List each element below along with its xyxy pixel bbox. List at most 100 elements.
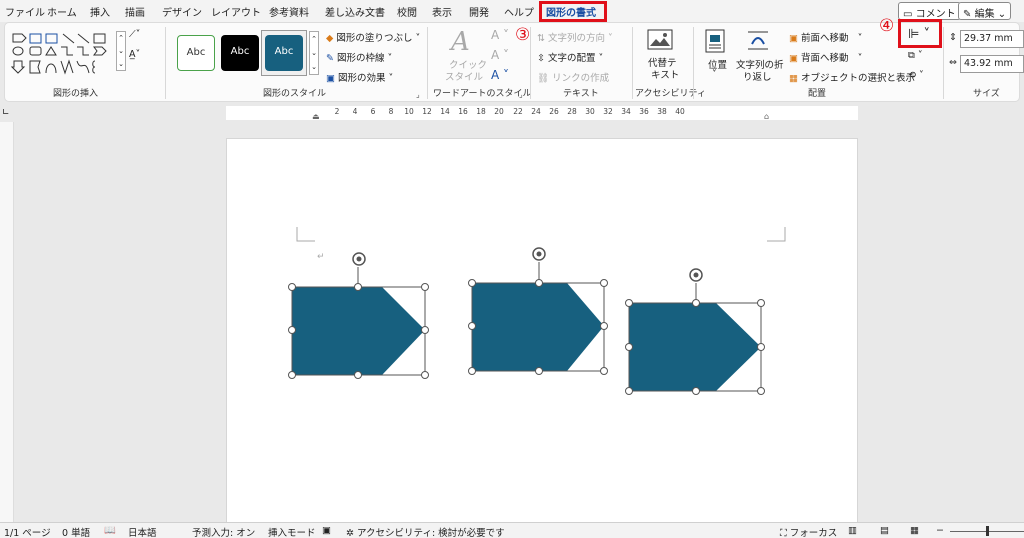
tab-help[interactable]: ヘルプ [504,4,534,19]
shape-style-blue[interactable]: Abc [265,35,303,71]
group-label-text: テキスト [563,89,599,99]
vertical-ruler[interactable] [0,122,14,522]
zoom-slider-thumb[interactable] [986,526,989,536]
ruler-tick-label: 40 [675,107,685,116]
tab-mailings[interactable]: 差し込み文書 [325,4,385,19]
width-icon: ⇔ [949,57,957,68]
divider [530,27,531,99]
tab-developer[interactable]: 開発 [469,4,489,19]
divider [632,27,633,99]
align-objects-button[interactable]: ⊫ ˅ [908,27,930,42]
ruler-tick-label: 38 [657,107,667,116]
page-canvas: ↵ [288,227,786,395]
wrap-text-icon[interactable] [746,29,770,53]
text-effects-icon[interactable]: A ˅ [491,68,509,82]
document-page[interactable]: ↵ [226,138,858,528]
send-backward-button[interactable]: ▣ 背面へ移動 ˅ [789,50,862,64]
style-gallery-scroll[interactable]: ⌃ ⌄ ⌄ [309,31,319,75]
bring-forward-button[interactable]: ▣ 前面へ移動 ˅ [789,30,862,44]
ruler-tick-label: 22 [513,107,523,116]
paragraph-mark: ↵ [317,252,325,262]
ruler-tick-label: 8 [388,107,394,116]
group-label-size: サイズ [973,89,1000,99]
shape-outline-button[interactable]: ✎ 図形の枠線 ˅ [326,50,392,64]
ruler-tick-label: 20 [494,107,504,116]
dialog-launcher-icon[interactable]: ⌟ [416,90,420,99]
group-objects-button[interactable]: ⧉ ˅ [908,50,923,61]
alt-text-icon[interactable] [647,29,673,51]
group-label-accessibility: アクセシビリティ [635,89,707,99]
status-page-count[interactable]: 1/1 ページ [4,525,51,538]
tab-draw[interactable]: 描画 [125,4,145,19]
textbox-icon[interactable]: A̲˅ [129,49,140,60]
alt-text-label-line2[interactable]: キスト [651,67,679,81]
ribbon: ⌃ ⌄ ⌄ ⟋˅ A̲˅ 図形の挿入 Abc Abc Abc ⌃ ⌄ ⌄ ◆ 図形の塗り… [4,18,1024,102]
rotate-icon: ⟲ [908,70,916,81]
rotate-handle-icon[interactable] [689,268,703,282]
rotate-handle-icon[interactable] [352,252,366,266]
ruler-tick-label: 18 [476,107,486,116]
shape-style-black[interactable]: Abc [221,35,259,71]
tab-insert[interactable]: 挿入 [90,4,110,19]
ruler-tick-label: 24 [531,107,541,116]
edit-shape-icon[interactable]: ⟋˅ [129,29,140,40]
ruler-tick-label: 36 [639,107,649,116]
read-mode-icon[interactable]: ▥ [848,525,857,536]
text-fill-icon: A ˅ [491,28,510,42]
status-accessibility[interactable]: ✲ アクセシビリティ: 検討が必要です [346,525,505,538]
proofing-icon[interactable]: 📖 [104,525,116,536]
edit-mode-button[interactable]: ✎ 編集 ⌄ [958,2,1012,20]
rotate-handle-icon[interactable] [532,247,546,261]
annotation-step3: ③ [515,25,531,45]
divider [165,27,166,99]
tab-home[interactable]: ホーム [47,4,77,19]
web-layout-icon[interactable]: ▦ [910,525,919,536]
status-insert-mode[interactable]: 挿入モード [268,525,316,538]
text-align-button[interactable]: ⇳ 文字の配置 ˅ [537,50,603,64]
zoom-out-icon[interactable]: − [936,525,944,536]
tab-layout[interactable]: レイアウト [211,4,261,19]
accessibility-icon: ✲ [346,528,354,538]
focus-mode-button[interactable]: ⛶ フォーカス [780,525,837,538]
comment-button[interactable]: ▭ コメント [898,2,961,20]
effects-icon: ▣ [326,73,335,84]
status-predictive-input[interactable]: 予測入力: オン [192,525,255,538]
wrap-text-button-line2[interactable]: り返し [743,69,772,83]
pentagon-arrow-shape-2[interactable] [471,262,605,372]
tab-review[interactable]: 校閲 [397,4,417,19]
shape-width-input[interactable]: 43.92 mm [960,55,1024,73]
ruler-tick-label: 14 [440,107,450,116]
right-indent-marker-icon[interactable]: ⌂ [764,112,769,121]
selection-pane-button[interactable]: ▦ オブジェクトの選択と表示 [789,70,915,84]
tab-file[interactable]: ファイル [5,4,45,19]
group-label-wordart: ワードアートのスタイル [433,89,532,99]
shape-height-input[interactable]: 29.37 mm [960,30,1024,48]
indent-marker-icon[interactable]: ⏏ [312,112,320,121]
focus-icon: ⛶ [780,528,787,538]
paint-bucket-icon: ◆ [326,33,334,44]
text-direction-button: ⇅ 文字列の方向 ˅ [537,33,613,44]
status-word-count[interactable]: 0 単語 [62,525,90,538]
tab-selector-icon[interactable]: ∟ [2,108,10,118]
shape-gallery-scroll[interactable]: ⌃ ⌄ ⌄ [116,31,126,71]
highlight-box-step3 [539,1,607,22]
position-button[interactable]: 位置 [708,57,727,71]
print-layout-icon[interactable]: ▤ [880,525,889,536]
dialog-launcher-icon[interactable]: ⌟ [519,90,523,99]
tab-design[interactable]: デザイン [162,4,202,19]
shape-fill-button[interactable]: ◆ 図形の塗りつぶし ˅ [326,30,420,44]
tab-references[interactable]: 参考資料 [269,4,309,19]
shape-effects-button[interactable]: ▣ 図形の効果 ˅ [326,70,393,84]
shape-gallery[interactable] [11,31,115,77]
position-icon[interactable] [704,29,726,53]
tab-view[interactable]: 表示 [432,4,452,19]
status-language[interactable]: 日本語 [128,525,157,538]
height-icon: ⇕ [949,32,957,43]
ruler-tick-label: 30 [585,107,595,116]
annotation-step4: ④ [879,16,895,36]
horizontal-ruler[interactable]: 2 4 6 8 10 12 14 16 18 20 22 24 26 28 30… [226,106,858,121]
macro-record-icon[interactable]: ▣ [322,525,331,536]
rotate-objects-button[interactable]: ⟲ ˅ [908,70,924,81]
shape-style-outline[interactable]: Abc [177,35,215,71]
pen-icon: ✎ [326,53,334,64]
